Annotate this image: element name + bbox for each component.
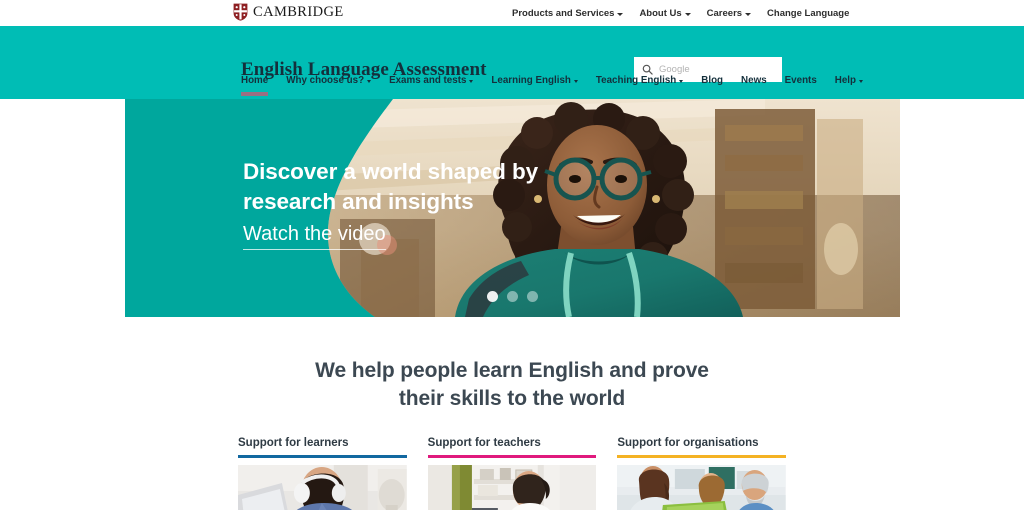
- carousel-dots: [487, 291, 538, 302]
- page-title: We help people learn English and prove t…: [0, 357, 1024, 414]
- nav-item-teaching-english[interactable]: Teaching English: [595, 75, 684, 96]
- chevron-down-icon: [684, 12, 691, 16]
- chevron-down-icon: [617, 12, 624, 16]
- card-title: Support for learners: [238, 436, 349, 449]
- value-heading-line-1: We help people learn English and prove: [315, 359, 709, 382]
- chevron-down-icon: [469, 80, 474, 83]
- cambridge-crest-icon: [233, 3, 248, 21]
- masthead: English Language Assessment Google Home …: [0, 26, 1024, 99]
- card-rule: [427, 455, 597, 459]
- hero-copy: Discover a world shaped by research and …: [243, 157, 543, 250]
- utility-link-label: Careers: [706, 7, 743, 19]
- card-title: Support for teachers: [427, 436, 541, 449]
- nav-item-label: Events: [784, 75, 817, 86]
- value-proposition-section: We help people learn English and prove t…: [0, 317, 1024, 510]
- hero-headline-line-2: research and insights: [243, 188, 474, 214]
- carousel-dot-1[interactable]: [487, 291, 498, 302]
- utility-link-careers[interactable]: Careers: [706, 7, 752, 19]
- utility-link-label: Change Language: [767, 7, 850, 19]
- nav-item-label: Exams and tests: [389, 75, 467, 86]
- chevron-down-icon: [573, 80, 578, 83]
- carousel-dot-2[interactable]: [507, 291, 518, 302]
- nav-item-label: Help: [834, 75, 857, 86]
- card-title: Support for organisations: [617, 436, 759, 449]
- nav-item-news[interactable]: News: [741, 75, 767, 96]
- teacher-photo: [427, 465, 597, 510]
- card-rule: [238, 455, 407, 459]
- nav-item-home[interactable]: Home: [241, 75, 269, 96]
- utility-nav: Products and Services About Us Careers C…: [512, 0, 849, 26]
- main-nav: Home Why choose us? Exams and tests Lear…: [241, 75, 864, 99]
- chevron-down-icon: [745, 12, 752, 16]
- card-support-for-teachers[interactable]: Support for teachers: [427, 436, 597, 510]
- utility-link-label: About Us: [639, 7, 682, 19]
- card-image-organisations: [617, 465, 787, 510]
- search-icon: [642, 64, 653, 75]
- utility-link-label: Products and Services: [512, 7, 615, 19]
- watch-the-video-link[interactable]: Watch the video: [243, 221, 386, 250]
- card-image-teachers: [427, 465, 597, 510]
- nav-item-label: Blog: [701, 75, 724, 86]
- card-rule: [617, 455, 787, 459]
- hero-carousel: Discover a world shaped by research and …: [125, 99, 900, 317]
- nav-item-blog[interactable]: Blog: [701, 75, 723, 96]
- nav-item-label: Home: [241, 75, 269, 86]
- search-placeholder: Google: [659, 63, 690, 75]
- hero-headline: Discover a world shaped by research and …: [243, 157, 543, 217]
- chevron-down-icon: [679, 80, 684, 83]
- chevron-down-icon: [859, 80, 864, 83]
- utility-link-about-us[interactable]: About Us: [639, 7, 691, 19]
- utility-link-change-language[interactable]: Change Language: [767, 8, 849, 19]
- cambridge-wordmark: CAMBRIDGE: [253, 3, 344, 20]
- value-heading-line-2: their skills to the world: [398, 387, 626, 411]
- support-cards: Support for learners Support for teacher…: [238, 436, 787, 510]
- nav-item-label: Learning English: [491, 75, 571, 86]
- organisation-photo: [617, 465, 787, 510]
- carousel-dot-3[interactable]: [527, 291, 538, 302]
- nav-item-label: Why choose us?: [286, 75, 365, 86]
- learner-photo: [238, 465, 407, 510]
- nav-item-label: News: [741, 75, 767, 86]
- card-support-for-learners[interactable]: Support for learners: [238, 436, 407, 510]
- nav-item-help[interactable]: Help: [834, 75, 864, 96]
- nav-item-label: Teaching English: [595, 75, 677, 86]
- utility-bar: CAMBRIDGE Products and Services About Us…: [0, 0, 1024, 26]
- card-image-learners: [238, 465, 407, 510]
- cambridge-logo[interactable]: CAMBRIDGE: [233, 3, 344, 21]
- card-support-for-organisations[interactable]: Support for organisations: [617, 436, 787, 510]
- chevron-down-icon: [367, 80, 372, 83]
- nav-item-why-choose-us[interactable]: Why choose us?: [286, 75, 372, 96]
- nav-item-learning-english[interactable]: Learning English: [491, 75, 578, 96]
- nav-item-exams-and-tests[interactable]: Exams and tests: [389, 75, 474, 96]
- nav-item-events[interactable]: Events: [785, 75, 817, 96]
- utility-link-products-and-services[interactable]: Products and Services: [512, 7, 624, 19]
- hero-headline-line-1: Discover a world shaped by: [243, 159, 538, 184]
